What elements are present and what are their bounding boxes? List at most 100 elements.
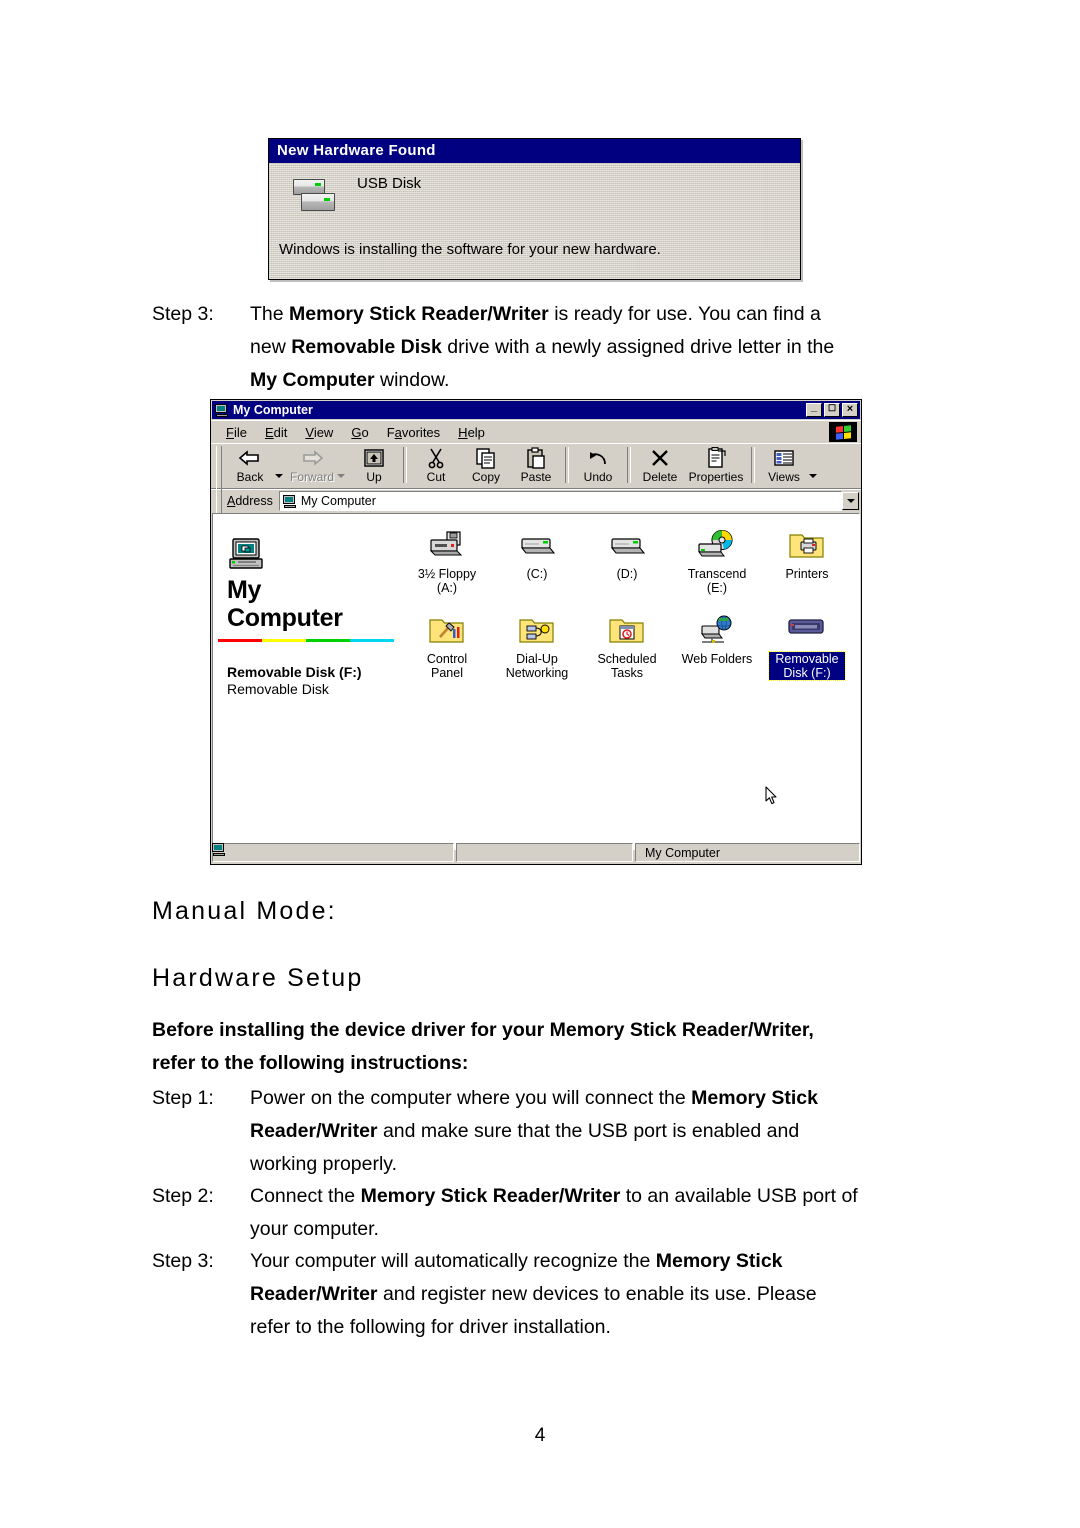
properties-sheet-icon: [685, 446, 747, 470]
drive-item-transcend-e[interactable]: Transcend (E:): [679, 522, 755, 595]
status-pane-1: [212, 843, 454, 862]
delete-x-icon: [635, 446, 685, 470]
toolbar-forward-label: Forward: [289, 470, 334, 484]
step2-line1: Connect the Memory Stick Reader/Writer t…: [250, 1185, 858, 1207]
step2-label: Step 2:: [152, 1185, 214, 1207]
windows-logo-icon: [829, 422, 857, 442]
views-list-icon: [759, 446, 809, 470]
folder-item-printers[interactable]: Printers: [769, 522, 845, 595]
folder-item-scheduled-tasks[interactable]: Scheduled Tasks: [589, 607, 665, 680]
toolbar-paste-button[interactable]: Paste: [511, 444, 561, 484]
close-button[interactable]: ×: [842, 403, 858, 417]
menu-item-edit[interactable]: Edit: [256, 423, 296, 442]
web-view-pane: My Computer Removable Disk (F:) Removabl…: [213, 514, 395, 849]
window-buttons: _ ☐ ×: [806, 401, 858, 417]
toolbar-delete-label: Delete: [642, 470, 678, 484]
toolbar-delete-button[interactable]: Delete: [635, 444, 685, 484]
explorer-content-area: My Computer Removable Disk (F:) Removabl…: [212, 513, 860, 850]
hard-drive-icon: [499, 530, 575, 564]
folder-label-scheduled-tasks: Scheduled Tasks: [597, 652, 657, 680]
forward-dropdown-arrow-icon[interactable]: [337, 474, 345, 478]
back-dropdown-arrow-icon[interactable]: [275, 474, 283, 478]
minimize-button[interactable]: _: [806, 401, 822, 417]
toolbar-grip[interactable]: [216, 446, 222, 484]
toolbar-separator-3: [627, 447, 631, 483]
status-bar: My Computer: [212, 843, 860, 862]
toolbar-views-button[interactable]: Views: [759, 444, 809, 484]
toolbar-forward-button[interactable]: Forward: [287, 444, 337, 484]
my-computer-icon: [282, 494, 297, 508]
step1-line2: Reader/Writer and make sure that the USB…: [250, 1120, 800, 1142]
drive-label-removable-disk-f: Removable Disk (F:): [768, 651, 846, 681]
drive-item-d[interactable]: (D:): [589, 522, 665, 595]
step3-bottom-line1: Your computer will automatically recogni…: [250, 1250, 783, 1272]
web-folders-icon: [679, 615, 755, 649]
icon-row-2: Control Panel Dial-Up Networking Schedul…: [409, 607, 859, 681]
hard-drive-icon: [589, 530, 665, 564]
drive-item-c[interactable]: (C:): [499, 522, 575, 595]
step1-paragraph: Step 1: Power on the computer where you …: [152, 1082, 920, 1181]
address-value: My Computer: [300, 494, 376, 508]
step3-top-paragraph: Step 3: The Memory Stick Reader/Writer i…: [152, 298, 920, 397]
step3-bottom-line2: Reader/Writer and register new devices t…: [250, 1283, 817, 1305]
copy-pages-icon: [461, 446, 511, 470]
address-input[interactable]: My Computer: [278, 491, 842, 511]
drive-item-removable-disk-f[interactable]: Removable Disk (F:): [768, 607, 846, 681]
toolbar-properties-button[interactable]: Properties: [685, 444, 747, 484]
web-pane-heading: My Computer: [227, 576, 343, 632]
step3-top-line3: My Computer window.: [250, 369, 450, 391]
folder-label-dialup-networking: Dial-Up Networking: [505, 652, 569, 680]
step2-line2: your computer.: [250, 1218, 379, 1240]
step2-paragraph: Step 2: Connect the Memory Stick Reader/…: [152, 1180, 920, 1246]
clipboard-paste-icon: [511, 446, 561, 470]
folder-label-printers: Printers: [785, 567, 829, 581]
new-hardware-device-name: USB Disk: [357, 175, 422, 192]
menu-item-go[interactable]: Go: [342, 423, 377, 442]
toolbar-separator-4: [751, 447, 755, 483]
toolbar-cut-button[interactable]: Cut: [411, 444, 461, 484]
undo-arrow-icon: [573, 446, 623, 470]
mouse-cursor-icon: [765, 786, 777, 805]
toolbar-undo-label: Undo: [583, 470, 613, 484]
heading-hardware-setup: Hardware Setup: [152, 964, 364, 992]
toolbar-views-label: Views: [768, 470, 800, 484]
folder-item-dialup-networking[interactable]: Dial-Up Networking: [499, 607, 575, 680]
window-title-text: My Computer: [233, 403, 313, 417]
new-hardware-dialog-title: New Hardware Found: [269, 139, 800, 163]
views-dropdown-arrow-icon[interactable]: [809, 474, 817, 478]
back-arrow-icon: [225, 446, 275, 470]
address-dropdown-button[interactable]: [842, 492, 859, 510]
folder-item-control-panel[interactable]: Control Panel: [409, 607, 485, 680]
folder-label-web-folders: Web Folders: [681, 652, 753, 666]
toolbar-up-button[interactable]: Up: [349, 444, 399, 484]
toolbar-separator: [403, 447, 407, 483]
status-pane-3-text: My Computer: [645, 845, 721, 860]
scheduled-tasks-folder-icon: [589, 615, 665, 649]
toolbar-separator-2: [565, 447, 569, 483]
toolbar-undo-button[interactable]: Undo: [573, 444, 623, 484]
toolbar-copy-button[interactable]: Copy: [461, 444, 511, 484]
menu-item-help[interactable]: Help: [449, 423, 494, 442]
folder-item-web-folders[interactable]: Web Folders: [679, 607, 755, 680]
step1-line3: working properly.: [250, 1153, 398, 1175]
intro-bold-line2: refer to the following instructions:: [152, 1052, 469, 1074]
step3-top-label: Step 3:: [152, 303, 214, 325]
toolbar-back-button[interactable]: Back: [225, 444, 275, 484]
web-pane-selected-type: Removable Disk: [227, 681, 329, 697]
menu-item-favorites[interactable]: Favorites: [378, 423, 449, 442]
drive-item-floppy-a[interactable]: 3½ Floppy (A:): [409, 522, 485, 595]
menu-item-file[interactable]: File: [217, 423, 256, 442]
status-pane-3: My Computer: [212, 843, 860, 862]
restore-button[interactable]: ☐: [824, 403, 840, 417]
heading-manual-mode: Manual Mode:: [152, 897, 337, 925]
my-computer-icon: [215, 403, 229, 417]
new-hardware-found-dialog: New Hardware Found USB Disk Windows is i…: [268, 138, 801, 280]
step1-line1: Power on the computer where you will con…: [250, 1087, 818, 1109]
menu-item-view[interactable]: View: [296, 423, 342, 442]
printers-folder-icon: [769, 530, 845, 564]
toolbar-up-label: Up: [366, 470, 382, 484]
window-title-bar[interactable]: My Computer _ ☐ ×: [212, 401, 860, 419]
step3-bottom-line3: refer to the following for driver instal…: [250, 1316, 611, 1338]
intro-bold-paragraph: Before installing the device driver for …: [152, 1014, 920, 1080]
step3-bottom-paragraph: Step 3: Your computer will automatically…: [152, 1245, 920, 1344]
